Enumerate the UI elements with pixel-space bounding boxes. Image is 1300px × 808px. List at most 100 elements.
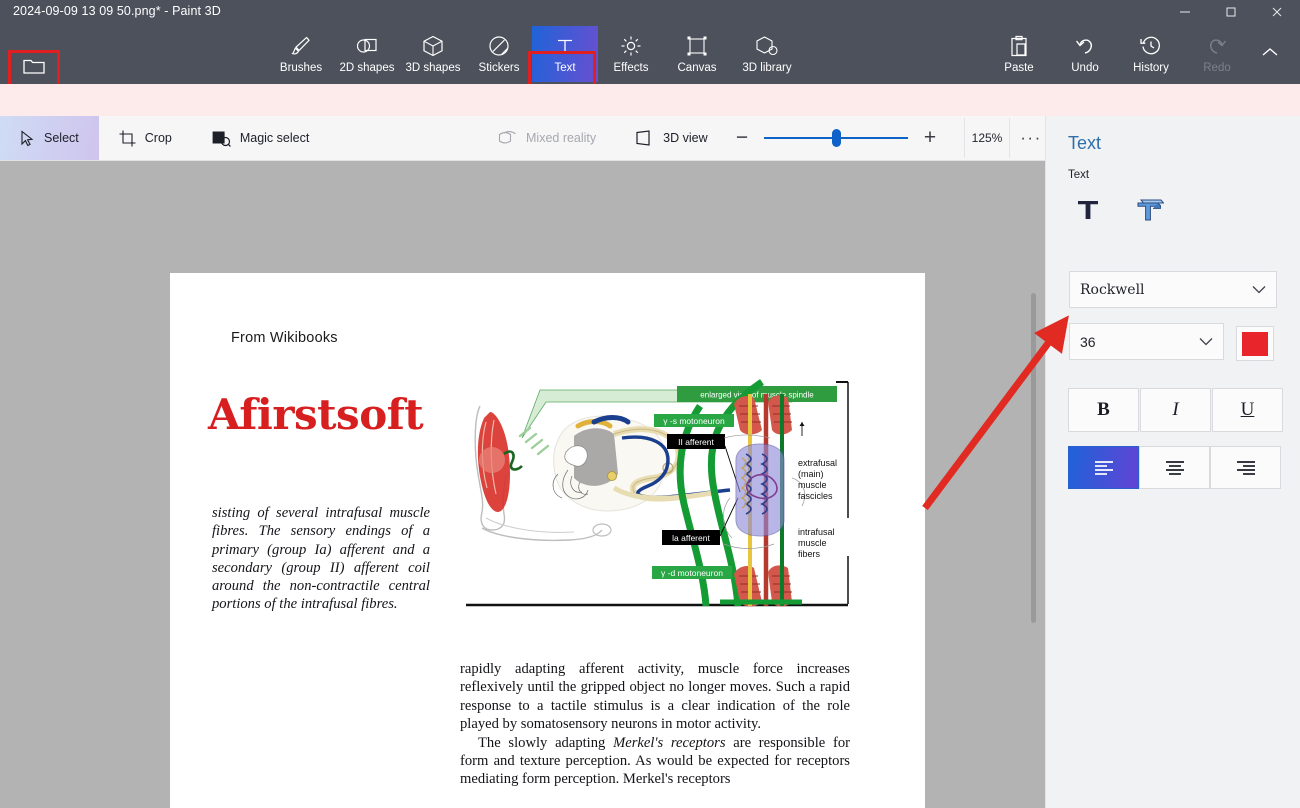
3d-text-icon: [1136, 196, 1165, 227]
2d-text-icon: [1075, 196, 1101, 227]
mixed-reality-button: Mixed reality: [478, 116, 616, 160]
3d-view-button[interactable]: 3D view: [616, 116, 727, 160]
figure-extrafusal-label-4: fascicles: [798, 491, 833, 501]
pink-strip: [0, 84, 1300, 116]
select-button[interactable]: Select: [0, 116, 99, 160]
font-size-dropdown[interactable]: 36: [1069, 323, 1224, 360]
zoom-controls: − + 125% ···: [720, 116, 1052, 160]
tool-2d-shapes-label: 2D shapes: [339, 62, 395, 74]
figure-svg: enlarged view of muscle spindle γ -s mot…: [462, 378, 850, 610]
action-undo[interactable]: Undo: [1052, 26, 1118, 82]
magic-select-label: Magic select: [239, 131, 310, 145]
figure-extrafusal-label-3: muscle: [798, 480, 827, 490]
3d-library-icon: [756, 34, 778, 58]
vertical-scrollbar[interactable]: [1031, 293, 1036, 623]
figure-intrafusal-label-1: intrafusal: [798, 527, 835, 537]
tool-canvas[interactable]: Canvas: [664, 26, 730, 82]
2d-shapes-icon: [355, 34, 379, 58]
main-ribbon: Menu Brushes: [0, 24, 1300, 103]
paint3d-window: 2024-09-09 13 09 50.png* - Paint 3D Menu: [0, 0, 1300, 808]
chevron-down-icon: [1252, 281, 1266, 299]
crop-button[interactable]: Crop: [99, 116, 192, 160]
ribbon-action-group: Paste Undo History Redo: [986, 24, 1290, 84]
align-right-icon: [1235, 460, 1257, 476]
chevron-up-icon: [1261, 45, 1279, 63]
tool-brushes[interactable]: Brushes: [268, 26, 334, 82]
action-paste[interactable]: Paste: [986, 26, 1052, 82]
crop-icon: [119, 130, 136, 147]
document-source-line: From Wikibooks: [231, 330, 338, 346]
italic-button[interactable]: I: [1140, 388, 1211, 432]
document-body-paragraph-2: The slowly adapting Merkel's receptors a…: [460, 734, 850, 789]
zoom-level-value[interactable]: 125%: [964, 118, 1010, 158]
document-heading[interactable]: Afirstsoft: [208, 390, 424, 439]
muscle-spindle-figure: enlarged view of muscle spindle γ -s mot…: [462, 378, 850, 610]
tool-stickers-label: Stickers: [478, 62, 520, 74]
tool-3d-shapes[interactable]: 3D shapes: [400, 26, 466, 82]
tool-effects[interactable]: Effects: [598, 26, 664, 82]
stickers-icon: [488, 34, 510, 58]
select-label: Select: [44, 131, 79, 145]
figure-extrafusal-label-1: extrafusal: [798, 458, 837, 468]
action-history[interactable]: History: [1118, 26, 1184, 82]
zoom-slider[interactable]: [764, 116, 908, 160]
tool-3d-library-label: 3D library: [742, 62, 792, 74]
font-size-value: 36: [1080, 333, 1096, 350]
color-swatch-button[interactable]: [1236, 326, 1274, 361]
zoom-slider-thumb[interactable]: [832, 129, 841, 147]
tool-canvas-label: Canvas: [677, 62, 717, 74]
text-style-group: B I U: [1068, 388, 1283, 432]
figure-banner-label: enlarged view of muscle spindle: [700, 391, 814, 400]
tool-3d-library[interactable]: 3D library: [730, 26, 804, 82]
ribbon-tool-group: Brushes 2D shapes 3D shapes Stickers Tex…: [268, 24, 804, 84]
redo-icon: [1206, 34, 1228, 58]
document-body-text: rapidly adapting afferent activity, musc…: [460, 660, 850, 789]
figure-ia-afferent-label: la afferent: [672, 533, 710, 543]
action-redo-label: Redo: [1203, 62, 1231, 74]
text-alignment-group: [1068, 446, 1281, 489]
tool-text-label: Text: [554, 62, 576, 74]
font-family-dropdown[interactable]: Rockwell: [1069, 271, 1277, 308]
zoom-in-button[interactable]: +: [908, 116, 952, 160]
color-swatch: [1242, 331, 1268, 356]
panel-title: Text: [1068, 133, 1102, 153]
tool-text[interactable]: Text: [532, 26, 598, 82]
document-italic-paragraph: sisting of several intrafusal muscle fib…: [212, 505, 430, 613]
underline-button[interactable]: U: [1212, 388, 1283, 432]
3d-shapes-icon: [423, 34, 443, 58]
align-center-button[interactable]: [1139, 446, 1210, 489]
figure-intrafusal-label-2: muscle: [798, 538, 827, 548]
tool-effects-label: Effects: [613, 62, 649, 74]
3d-view-icon: [636, 130, 654, 146]
align-left-button[interactable]: [1068, 446, 1139, 489]
brush-icon: [290, 34, 312, 58]
body-p2-emphasis: Merkel's receptors: [613, 734, 726, 751]
folder-icon: [23, 57, 45, 80]
action-undo-label: Undo: [1071, 62, 1099, 74]
align-left-icon: [1093, 460, 1115, 476]
figure-gamma-d-label: γ -d motoneuron: [661, 568, 723, 578]
document-body-paragraph-1: rapidly adapting afferent activity, musc…: [460, 661, 850, 733]
tool-3d-shapes-label: 3D shapes: [405, 62, 461, 74]
align-right-button[interactable]: [1210, 446, 1281, 489]
magic-select-button[interactable]: Magic select: [192, 116, 329, 160]
3d-text-button[interactable]: [1128, 191, 1172, 231]
action-paste-label: Paste: [1004, 62, 1034, 74]
text-icon: [555, 34, 575, 58]
tool-stickers[interactable]: Stickers: [466, 26, 532, 82]
mixed-reality-label: Mixed reality: [526, 131, 597, 145]
figure-intrafusal-label-3: fibers: [798, 549, 821, 559]
collapse-ribbon-button[interactable]: [1250, 24, 1290, 84]
maximize-button[interactable]: [1208, 0, 1254, 24]
title-bar: 2024-09-09 13 09 50.png* - Paint 3D: [0, 0, 1300, 24]
zoom-out-button[interactable]: −: [720, 116, 764, 160]
document-page[interactable]: From Wikibooks Afirstsoft sisting of sev…: [170, 273, 925, 808]
3d-view-label: 3D view: [663, 131, 708, 145]
secondary-mid-group: Mixed reality 3D view: [478, 116, 728, 160]
2d-text-button[interactable]: [1066, 191, 1110, 231]
bold-button[interactable]: B: [1068, 388, 1139, 432]
minimize-button[interactable]: [1162, 0, 1208, 24]
canvas-area[interactable]: From Wikibooks Afirstsoft sisting of sev…: [0, 161, 1045, 808]
close-button[interactable]: [1254, 0, 1300, 24]
tool-2d-shapes[interactable]: 2D shapes: [334, 26, 400, 82]
